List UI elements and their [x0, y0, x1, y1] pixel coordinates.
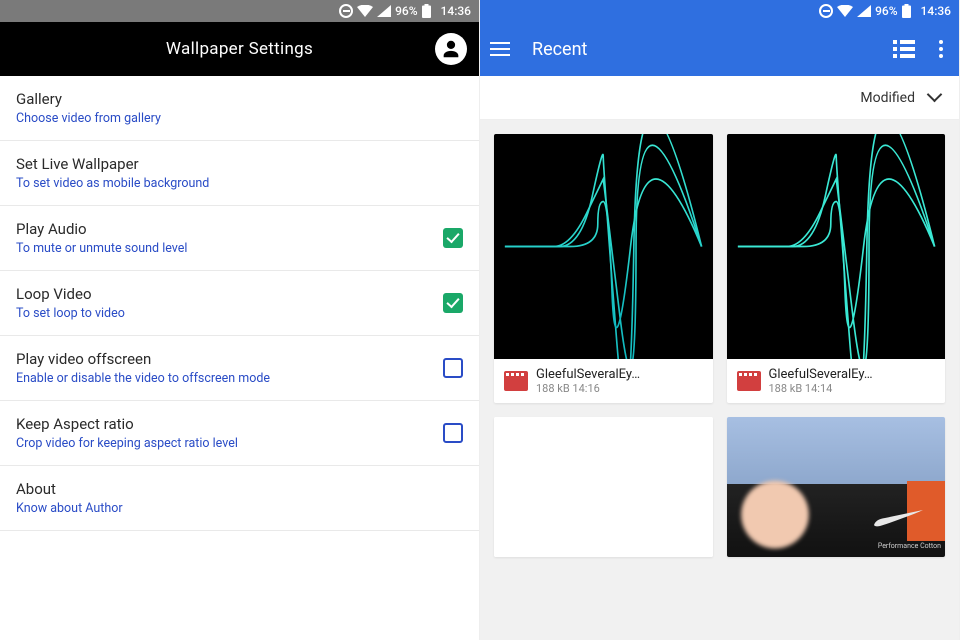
file-name: GleefulSeveralEy…: [536, 367, 640, 382]
page-title: Recent: [532, 39, 875, 60]
setting-subtitle: Choose video from gallery: [16, 111, 161, 126]
file-card[interactable]: GleefulSeveralEy… 188 kB 14:14: [727, 134, 946, 403]
setting-title: Play Audio: [16, 220, 187, 238]
signal-icon: [377, 5, 391, 17]
file-thumbnail: Performance Cotton: [727, 417, 946, 557]
signal-icon: [857, 5, 871, 17]
file-card[interactable]: [494, 417, 713, 557]
setting-play-audio[interactable]: Play Audio To mute or unmute sound level: [0, 206, 479, 271]
status-bar: 96% 14:36: [0, 0, 479, 22]
setting-set-live-wallpaper[interactable]: Set Live Wallpaper To set video as mobil…: [0, 141, 479, 206]
battery-pct: 96%: [875, 4, 897, 18]
battery-pct: 96%: [395, 4, 417, 18]
setting-title: About: [16, 480, 123, 498]
battery-icon: [422, 4, 431, 18]
app-bar: Recent: [480, 22, 959, 76]
clock: 14:36: [921, 4, 951, 18]
menu-icon[interactable]: [490, 38, 514, 60]
setting-about[interactable]: About Know about Author: [0, 466, 479, 531]
setting-title: Keep Aspect ratio: [16, 415, 238, 433]
page-title: Wallpaper Settings: [166, 39, 313, 59]
sort-row[interactable]: Modified: [480, 76, 959, 120]
thumb-caption: Performance Cotton: [878, 543, 941, 551]
setting-keep-aspect[interactable]: Keep Aspect ratio Crop video for keeping…: [0, 401, 479, 466]
file-card[interactable]: Performance Cotton: [727, 417, 946, 557]
setting-subtitle: To set video as mobile background: [16, 176, 209, 191]
setting-title: Loop Video: [16, 285, 125, 303]
wifi-icon: [837, 5, 853, 17]
file-thumbnail: [494, 134, 713, 359]
checkbox-icon[interactable]: [443, 293, 463, 313]
sort-label: Modified: [860, 90, 915, 106]
checkbox-icon[interactable]: [443, 358, 463, 378]
setting-loop-video[interactable]: Loop Video To set loop to video: [0, 271, 479, 336]
checkbox-icon[interactable]: [443, 423, 463, 443]
left-screen: 96% 14:36 Wallpaper Settings Gallery Cho…: [0, 0, 480, 640]
dnd-icon: [339, 4, 353, 18]
profile-icon[interactable]: [435, 33, 467, 65]
view-list-icon[interactable]: [893, 40, 915, 58]
file-meta: 188 kB 14:14: [769, 382, 873, 395]
file-grid: GleefulSeveralEy… 188 kB 14:16: [480, 120, 959, 640]
file-thumbnail: [494, 417, 713, 557]
chevron-down-icon: [929, 91, 943, 105]
app-bar: Wallpaper Settings: [0, 22, 479, 76]
more-icon[interactable]: [933, 40, 949, 58]
battery-icon: [902, 4, 911, 18]
file-card[interactable]: GleefulSeveralEy… 188 kB 14:16: [494, 134, 713, 403]
file-name: GleefulSeveralEy…: [769, 367, 873, 382]
setting-gallery[interactable]: Gallery Choose video from gallery: [0, 76, 479, 141]
setting-subtitle: Know about Author: [16, 501, 123, 516]
video-file-icon: [737, 371, 761, 391]
swoosh-icon: [873, 509, 925, 529]
setting-subtitle: Enable or disable the video to offscreen…: [16, 371, 270, 386]
setting-title: Set Live Wallpaper: [16, 155, 209, 173]
setting-title: Gallery: [16, 90, 161, 108]
setting-subtitle: To set loop to video: [16, 306, 125, 321]
clock: 14:36: [441, 4, 471, 18]
wifi-icon: [357, 5, 373, 17]
right-screen: 96% 14:36 Recent Modified: [480, 0, 960, 640]
settings-list: Gallery Choose video from gallery Set Li…: [0, 76, 479, 640]
setting-play-offscreen[interactable]: Play video offscreen Enable or disable t…: [0, 336, 479, 401]
setting-subtitle: Crop video for keeping aspect ratio leve…: [16, 436, 238, 451]
video-file-icon: [504, 371, 528, 391]
file-thumbnail: [727, 134, 946, 359]
status-bar: 96% 14:36: [480, 0, 959, 22]
setting-subtitle: To mute or unmute sound level: [16, 241, 187, 256]
dnd-icon: [819, 4, 833, 18]
file-meta: 188 kB 14:16: [536, 382, 640, 395]
checkbox-icon[interactable]: [443, 228, 463, 248]
setting-title: Play video offscreen: [16, 350, 270, 368]
